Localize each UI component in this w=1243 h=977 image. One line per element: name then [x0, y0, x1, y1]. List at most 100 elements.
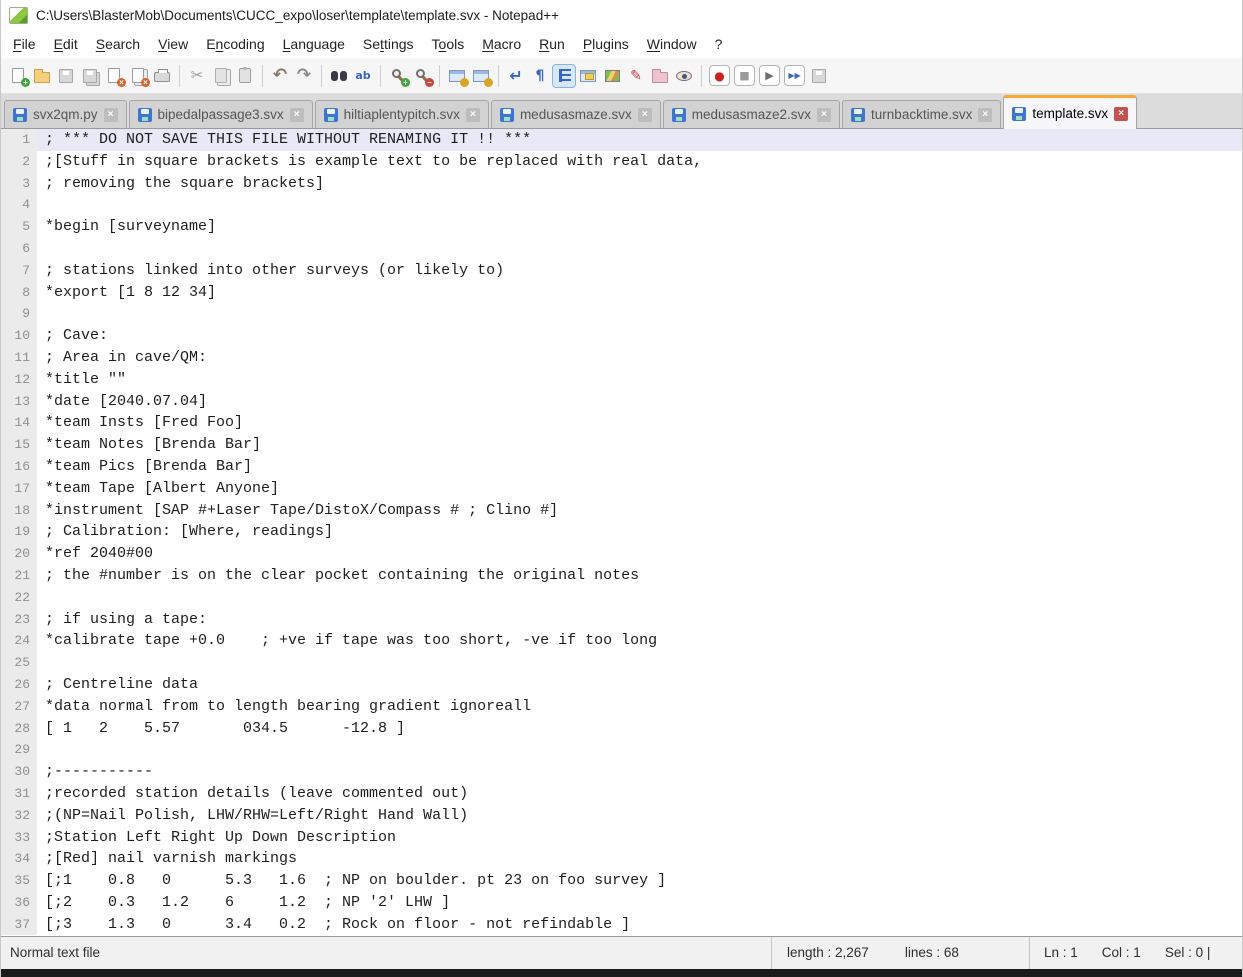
code-line[interactable]: 19; Calibration: [Where, readings]: [1, 521, 1242, 543]
menu-encoding[interactable]: Encoding: [197, 32, 273, 56]
code-line[interactable]: 4: [1, 194, 1242, 216]
folder-as-workspace-icon[interactable]: [649, 65, 671, 87]
code-line[interactable]: 32;(NP=Nail Polish, LHW/RHW=Left/Right H…: [1, 805, 1242, 827]
menu-settings[interactable]: Settings: [354, 32, 423, 56]
code-line[interactable]: 37[;3 1.3 0 3.4 0.2 ; Rock on floor - no…: [1, 914, 1242, 936]
status-cursor-col: Col : 1: [1102, 937, 1141, 969]
menu-search[interactable]: Search: [87, 32, 149, 56]
code-line[interactable]: 22: [1, 587, 1242, 609]
code-line[interactable]: 2;[Stuff in square brackets is example t…: [1, 151, 1242, 173]
code-line[interactable]: 29: [1, 739, 1242, 761]
sync-vertical-scrolling-icon[interactable]: [446, 65, 468, 87]
tab-hiltiaplentypitch.svx[interactable]: hiltiaplentypitch.svx×: [315, 100, 489, 128]
tab-turnbacktime.svx[interactable]: turnbacktime.svx×: [842, 100, 1001, 128]
menu-language[interactable]: Language: [274, 32, 354, 56]
tab-template.svx[interactable]: template.svx×: [1003, 95, 1137, 129]
code-line[interactable]: 27*data normal from to length bearing gr…: [1, 696, 1242, 718]
code-line[interactable]: 15*team Notes [Brenda Bar]: [1, 434, 1242, 456]
code-line[interactable]: 35[;1 0.8 0 5.3 1.6 ; NP on boulder. pt …: [1, 870, 1242, 892]
tab-close-icon[interactable]: ×: [466, 108, 480, 122]
menu-edit[interactable]: Edit: [45, 32, 87, 56]
plugin-pen-icon[interactable]: ✎: [625, 65, 647, 87]
replace-icon[interactable]: ab: [352, 65, 374, 87]
print-icon[interactable]: [151, 65, 173, 87]
line-number: 31: [1, 783, 37, 805]
close-icon[interactable]: ×: [103, 65, 125, 87]
menu-file[interactable]: File: [4, 32, 45, 56]
zoom-in-icon[interactable]: +: [387, 65, 409, 87]
tab-close-icon[interactable]: ×: [290, 108, 304, 122]
open-file-icon[interactable]: [31, 65, 53, 87]
tab-close-icon[interactable]: ×: [978, 108, 992, 122]
code-line[interactable]: 5*begin [surveyname]: [1, 216, 1242, 238]
tab-medusasmaze2.svx[interactable]: medusasmaze2.svx×: [663, 100, 840, 128]
code-line[interactable]: 8*export [1 8 12 34]: [1, 282, 1242, 304]
find-icon[interactable]: [328, 65, 350, 87]
code-line[interactable]: 20*ref 2040#00: [1, 543, 1242, 565]
zoom-out-icon[interactable]: −: [411, 65, 433, 87]
indent-guide-icon[interactable]: [553, 65, 575, 87]
monitoring-eye-icon[interactable]: [673, 65, 695, 87]
code-line[interactable]: 9: [1, 303, 1242, 325]
menu-tools[interactable]: Tools: [423, 32, 474, 56]
cut-icon[interactable]: ✂: [186, 65, 208, 87]
macro-play-icon[interactable]: ▶: [760, 66, 779, 85]
tab-close-icon[interactable]: ×: [638, 108, 652, 122]
menu-help[interactable]: ?: [706, 32, 732, 56]
code-line[interactable]: 12*title "": [1, 369, 1242, 391]
menu-macro[interactable]: Macro: [473, 32, 530, 56]
editor-text-area[interactable]: 1; *** DO NOT SAVE THIS FILE WITHOUT REN…: [1, 129, 1242, 936]
code-line[interactable]: 7; stations linked into other surveys (o…: [1, 260, 1242, 282]
document-map-icon[interactable]: [601, 65, 623, 87]
function-list-icon[interactable]: [577, 65, 599, 87]
code-line[interactable]: 14*team Insts [Fred Foo]: [1, 412, 1242, 434]
tab-medusasmaze.svx[interactable]: medusasmaze.svx×: [491, 100, 661, 128]
copy-icon[interactable]: [210, 65, 232, 87]
code-line[interactable]: 10; Cave:: [1, 325, 1242, 347]
menu-view[interactable]: View: [149, 32, 197, 56]
tab-close-icon[interactable]: ×: [1114, 107, 1128, 121]
tab-bipedalpassage3.svx[interactable]: bipedalpassage3.svx×: [129, 100, 313, 128]
macro-run-multiple-icon[interactable]: ▶▶: [785, 66, 804, 85]
word-wrap-icon[interactable]: ↵: [505, 65, 527, 87]
close-all-icon[interactable]: ×: [127, 65, 149, 87]
line-number: 12: [1, 369, 37, 391]
new-file-icon[interactable]: +: [7, 65, 29, 87]
code-line[interactable]: 3; removing the square brackets]: [1, 173, 1242, 195]
redo-icon[interactable]: ↷: [293, 65, 315, 87]
menu-plugins[interactable]: Plugins: [574, 32, 638, 56]
code-line[interactable]: 13*date [2040.07.04]: [1, 391, 1242, 413]
macro-save-icon[interactable]: [808, 65, 830, 87]
code-line[interactable]: 36[;2 0.3 1.2 6 1.2 ; NP '2' LHW ]: [1, 892, 1242, 914]
code-text: ;[Red] nail varnish markings: [37, 848, 1242, 870]
code-line[interactable]: 25: [1, 652, 1242, 674]
code-line[interactable]: 24*calibrate tape +0.0 ; +ve if tape was…: [1, 630, 1242, 652]
code-line[interactable]: 11; Area in cave/QM:: [1, 347, 1242, 369]
code-line[interactable]: 26; Centreline data: [1, 674, 1242, 696]
undo-icon[interactable]: ↶: [269, 65, 291, 87]
code-line[interactable]: 17*team Tape [Albert Anyone]: [1, 478, 1242, 500]
code-line[interactable]: 28[ 1 2 5.57 034.5 -12.8 ]: [1, 718, 1242, 740]
tab-close-icon[interactable]: ×: [104, 108, 118, 122]
code-line[interactable]: 34;[Red] nail varnish markings: [1, 848, 1242, 870]
menu-run[interactable]: Run: [530, 32, 574, 56]
save-icon[interactable]: [55, 65, 77, 87]
macro-record-icon[interactable]: ●: [710, 66, 729, 85]
menu-window[interactable]: Window: [638, 32, 706, 56]
code-line[interactable]: 1; *** DO NOT SAVE THIS FILE WITHOUT REN…: [1, 129, 1242, 151]
show-all-characters-icon[interactable]: ¶: [529, 65, 551, 87]
code-line[interactable]: 16*team Pics [Brenda Bar]: [1, 456, 1242, 478]
macro-stop-icon[interactable]: ■: [735, 66, 754, 85]
code-line[interactable]: 33;Station Left Right Up Down Descriptio…: [1, 827, 1242, 849]
code-line[interactable]: 18*instrument [SAP #+Laser Tape/DistoX/C…: [1, 500, 1242, 522]
code-line[interactable]: 23; if using a tape:: [1, 609, 1242, 631]
paste-icon[interactable]: [234, 65, 256, 87]
save-all-icon[interactable]: [79, 65, 101, 87]
code-line[interactable]: 6: [1, 238, 1242, 260]
code-line[interactable]: 21; the #number is on the clear pocket c…: [1, 565, 1242, 587]
code-line[interactable]: 30;-----------: [1, 761, 1242, 783]
tab-svx2qm.py[interactable]: svx2qm.py×: [4, 100, 127, 128]
tab-close-icon[interactable]: ×: [817, 108, 831, 122]
sync-horizontal-scrolling-icon[interactable]: [470, 65, 492, 87]
code-line[interactable]: 31;recorded station details (leave comme…: [1, 783, 1242, 805]
